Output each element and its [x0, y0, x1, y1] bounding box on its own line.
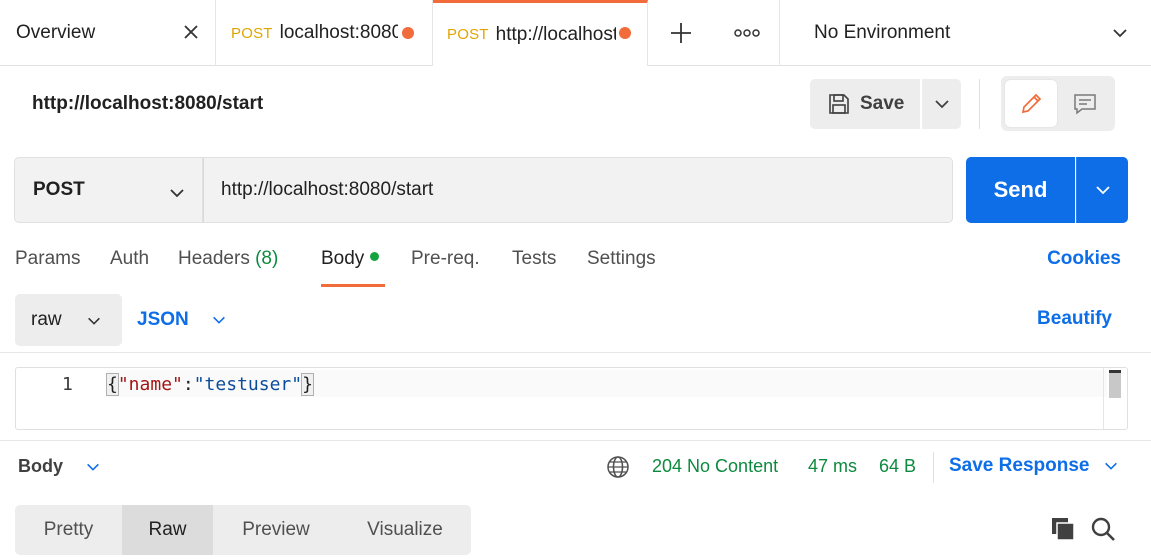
json-value: "testuser" [193, 374, 303, 395]
copy-icon[interactable] [1050, 516, 1076, 542]
headers-count: (8) [255, 248, 279, 269]
tab-request-2-label: http://localhost [495, 23, 616, 45]
json-colon: : [182, 374, 194, 395]
chevron-down-icon [934, 100, 949, 109]
tab-settings[interactable]: Settings [587, 248, 656, 270]
tab-request-2[interactable]: POST http://localhost [433, 0, 648, 66]
url-input[interactable] [203, 157, 953, 223]
view-tab-pretty[interactable]: Pretty [15, 505, 122, 555]
chevron-down-icon [1113, 29, 1127, 38]
view-tab-visualize[interactable]: Visualize [339, 505, 471, 555]
globe-icon[interactable] [606, 455, 630, 479]
response-body-select[interactable]: Body [18, 456, 101, 477]
method-label: POST [33, 179, 85, 200]
save-label: Save [860, 93, 905, 114]
active-tab-indicator [321, 284, 385, 287]
comments-button[interactable] [1059, 80, 1111, 127]
tab-headers[interactable]: Headers (8) [178, 248, 278, 270]
tab-overview[interactable]: Overview [0, 0, 216, 66]
view-tab-preview[interactable]: Preview [213, 505, 339, 555]
cookies-link[interactable]: Cookies [1047, 248, 1121, 270]
tab-body-label: Body [321, 248, 365, 269]
tab-method: POST [231, 24, 273, 42]
new-tab-button[interactable] [648, 0, 714, 66]
divider [0, 440, 1151, 441]
beautify-button[interactable]: Beautify [1037, 308, 1112, 330]
save-response-label: Save Response [949, 455, 1090, 476]
unsaved-dot-icon [619, 27, 631, 39]
tab-headers-label: Headers [178, 248, 250, 269]
save-response-button[interactable]: Save Response [949, 455, 1119, 477]
divider [933, 452, 934, 483]
view-tab-raw[interactable]: Raw [122, 505, 213, 555]
body-mode-select[interactable]: raw [15, 294, 122, 346]
save-icon [829, 94, 849, 114]
tab-tests[interactable]: Tests [512, 248, 556, 270]
close-icon[interactable] [181, 22, 201, 42]
brace-close: } [301, 373, 314, 396]
send-button[interactable]: Send [966, 157, 1075, 223]
plus-icon [671, 23, 691, 43]
environment-label: No Environment [814, 22, 951, 43]
response-body-label: Body [18, 456, 63, 476]
response-view-tabs: Pretty Raw Preview Visualize [15, 505, 471, 555]
tab-request-1-label: localhost:8080 [279, 22, 398, 43]
view-mode-toggle [1001, 76, 1115, 131]
edit-mode-button[interactable] [1005, 80, 1057, 127]
more-tabs-button[interactable] [714, 0, 780, 66]
tab-method: POST [447, 26, 489, 43]
search-icon[interactable] [1090, 516, 1116, 542]
save-button[interactable]: Save [810, 79, 920, 129]
chevron-down-icon [1105, 462, 1118, 470]
chevron-down-icon [212, 316, 225, 324]
code-line[interactable]: {"name":"testuser"} [106, 373, 314, 396]
body-language-select[interactable]: JSON [137, 294, 227, 346]
chevron-down-icon [170, 189, 184, 198]
line-number: 1 [62, 374, 73, 395]
environment-select[interactable]: No Environment [780, 0, 1151, 66]
request-title[interactable]: http://localhost:8080/start [32, 93, 263, 115]
editor-scrollbar[interactable] [1103, 368, 1127, 429]
response-size[interactable]: 64 B [879, 456, 916, 477]
tab-strip: Overview POST localhost:8080 POST http:/… [0, 0, 1151, 66]
response-time[interactable]: 47 ms [808, 456, 857, 477]
response-status[interactable]: 204 No Content [652, 456, 778, 477]
body-indicator-dot-icon [370, 252, 380, 262]
json-key: "name" [117, 374, 183, 395]
chevron-down-icon [88, 317, 100, 325]
editor-scroll-thumb[interactable] [1109, 370, 1121, 398]
body-editor[interactable]: 1 {"name":"testuser"} [15, 367, 1128, 430]
body-mode-label: raw [31, 309, 62, 330]
request-tabs: Params Auth Headers (8) Body Pre-req. Te… [0, 240, 1151, 290]
more-icon [733, 29, 760, 37]
divider [979, 79, 980, 129]
tab-auth[interactable]: Auth [110, 248, 149, 270]
chevron-down-icon [87, 463, 99, 471]
save-options-button[interactable] [922, 79, 961, 129]
tab-body[interactable]: Body [321, 248, 380, 270]
chevron-down-icon [1095, 186, 1110, 195]
request-header: http://localhost:8080/start Save [0, 66, 1151, 142]
tab-prereq[interactable]: Pre-req. [411, 248, 480, 270]
pencil-icon [1021, 93, 1042, 113]
body-language-label: JSON [137, 309, 189, 330]
tab-params[interactable]: Params [15, 248, 80, 270]
send-label: Send [993, 177, 1048, 202]
brace-open: { [106, 373, 119, 396]
unsaved-dot-icon [402, 27, 414, 39]
tab-request-1[interactable]: POST localhost:8080 [216, 0, 433, 66]
tab-overview-label: Overview [16, 22, 96, 43]
send-options-button[interactable] [1076, 157, 1128, 223]
method-select[interactable]: POST [14, 157, 203, 223]
divider [0, 352, 1151, 353]
comment-icon [1074, 93, 1096, 115]
